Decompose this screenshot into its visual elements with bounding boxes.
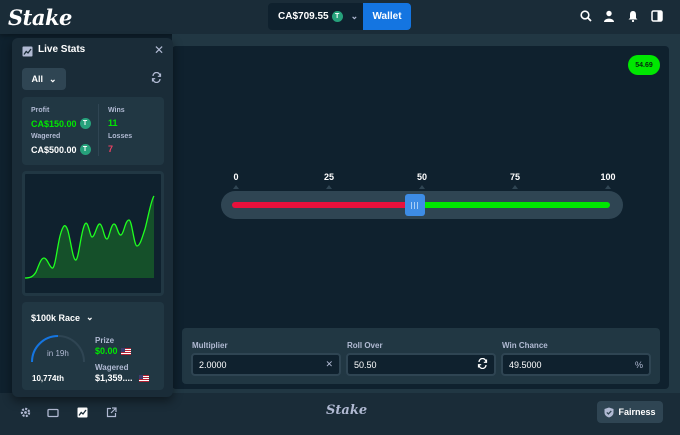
- win-chance-input[interactable]: 49.5000 %: [501, 353, 651, 376]
- sidebar-toggle-icon[interactable]: [650, 9, 664, 23]
- us-flag-icon: [138, 374, 149, 382]
- losses-value: 7: [108, 144, 114, 154]
- losses-label: Losses: [108, 133, 133, 140]
- profit-value: CA$150.00 T: [31, 118, 91, 129]
- race-wagered-amount: $1,359....: [95, 373, 133, 383]
- fairness-label: Fairness: [618, 407, 656, 417]
- tether-coin-icon: T: [79, 144, 91, 155]
- stake-logo[interactable]: Stake: [8, 5, 72, 30]
- shield-check-icon: [604, 407, 614, 417]
- tether-coin-icon: T: [79, 118, 91, 129]
- race-time-left: in 19h: [47, 349, 69, 358]
- footer-stake-logo: Stake: [326, 403, 368, 418]
- stats-filter-select[interactable]: All ⌄: [22, 68, 66, 90]
- slider-lose-range: [232, 202, 423, 208]
- swap-icon[interactable]: [477, 357, 488, 371]
- profit-chart-plot: [24, 195, 155, 279]
- race-prize-value: $0.00: [95, 346, 131, 356]
- search-icon[interactable]: [579, 9, 593, 23]
- roll-over-value: 50.50: [354, 359, 377, 370]
- balance-selector[interactable]: CA$709.55 T ⌄: [268, 3, 363, 30]
- tick-label-0: 0: [233, 172, 239, 182]
- race-timer-gauge: [29, 333, 87, 363]
- tick-mark: [326, 185, 332, 189]
- race-title: $100k Race: [31, 312, 81, 323]
- chevron-down-icon: ⌄: [350, 11, 359, 21]
- tick-mark: [419, 185, 425, 189]
- live-stats-icon[interactable]: [75, 406, 89, 419]
- last-result-badge[interactable]: 54.69: [628, 55, 660, 75]
- live-stats-title: Live Stats: [38, 44, 86, 55]
- live-stats-title-icon: [22, 44, 33, 57]
- multiplier-x-icon: ✕: [325, 359, 333, 369]
- settings-icon[interactable]: [18, 406, 32, 419]
- chevron-down-icon: ⌄: [48, 73, 57, 84]
- wins-label: Wins: [108, 107, 125, 114]
- wagered-label: Wagered: [31, 133, 61, 140]
- refresh-icon[interactable]: [151, 71, 162, 86]
- roll-over-input[interactable]: 50.50: [346, 353, 496, 376]
- profit-label: Profit: [31, 107, 50, 114]
- percent-suffix: %: [634, 359, 643, 370]
- race-prize-amount: $0.00: [95, 346, 118, 356]
- us-flag-icon: [120, 347, 131, 355]
- close-icon[interactable]: ✕: [154, 43, 164, 57]
- wagered-value: CA$500.00 T: [31, 144, 91, 155]
- tether-coin-icon: T: [331, 11, 343, 22]
- tick-label-75: 75: [509, 172, 521, 182]
- multiplier-label: Multiplier: [192, 341, 228, 350]
- multiplier-input[interactable]: 2.0000 ✕: [191, 353, 341, 376]
- win-chance-label: Win Chance: [502, 341, 548, 350]
- user-icon[interactable]: [602, 9, 616, 23]
- stats-filter-value: All: [31, 74, 43, 84]
- multiplier-value: 2.0000: [199, 359, 227, 370]
- popout-icon[interactable]: [104, 406, 118, 419]
- stats-divider: [98, 104, 99, 156]
- slider-win-range: [422, 202, 610, 208]
- balance-amount: CA$709.55: [278, 11, 329, 22]
- race-wagered-value: $1,359....: [95, 373, 149, 383]
- wagered-amount: CA$500.00: [31, 144, 77, 155]
- profit-amount: CA$150.00: [31, 118, 77, 129]
- chevron-down-icon: ⌄: [86, 312, 94, 322]
- tick-mark: [512, 185, 518, 189]
- tick-label-25: 25: [323, 172, 335, 182]
- tick-mark: [233, 185, 239, 189]
- tick-mark: [605, 185, 611, 189]
- wins-value: 11: [108, 118, 118, 128]
- tick-label-100: 100: [600, 172, 616, 182]
- race-rank: 10,774th: [32, 374, 65, 383]
- fairness-button[interactable]: Fairness: [597, 401, 663, 423]
- race-wagered-label: Wagered: [95, 363, 129, 372]
- race-selector[interactable]: $100k Race ⌄: [31, 312, 94, 323]
- theatre-mode-icon[interactable]: [46, 406, 60, 419]
- tick-label-50: 50: [416, 172, 428, 182]
- race-prize-label: Prize: [95, 336, 115, 345]
- bell-icon[interactable]: [626, 9, 640, 23]
- win-chance-value: 49.5000: [509, 359, 542, 370]
- wallet-button[interactable]: Wallet: [363, 3, 411, 30]
- roll-over-label: Roll Over: [347, 341, 383, 350]
- slider-handle[interactable]: [404, 194, 425, 216]
- profit-chart: [22, 171, 164, 296]
